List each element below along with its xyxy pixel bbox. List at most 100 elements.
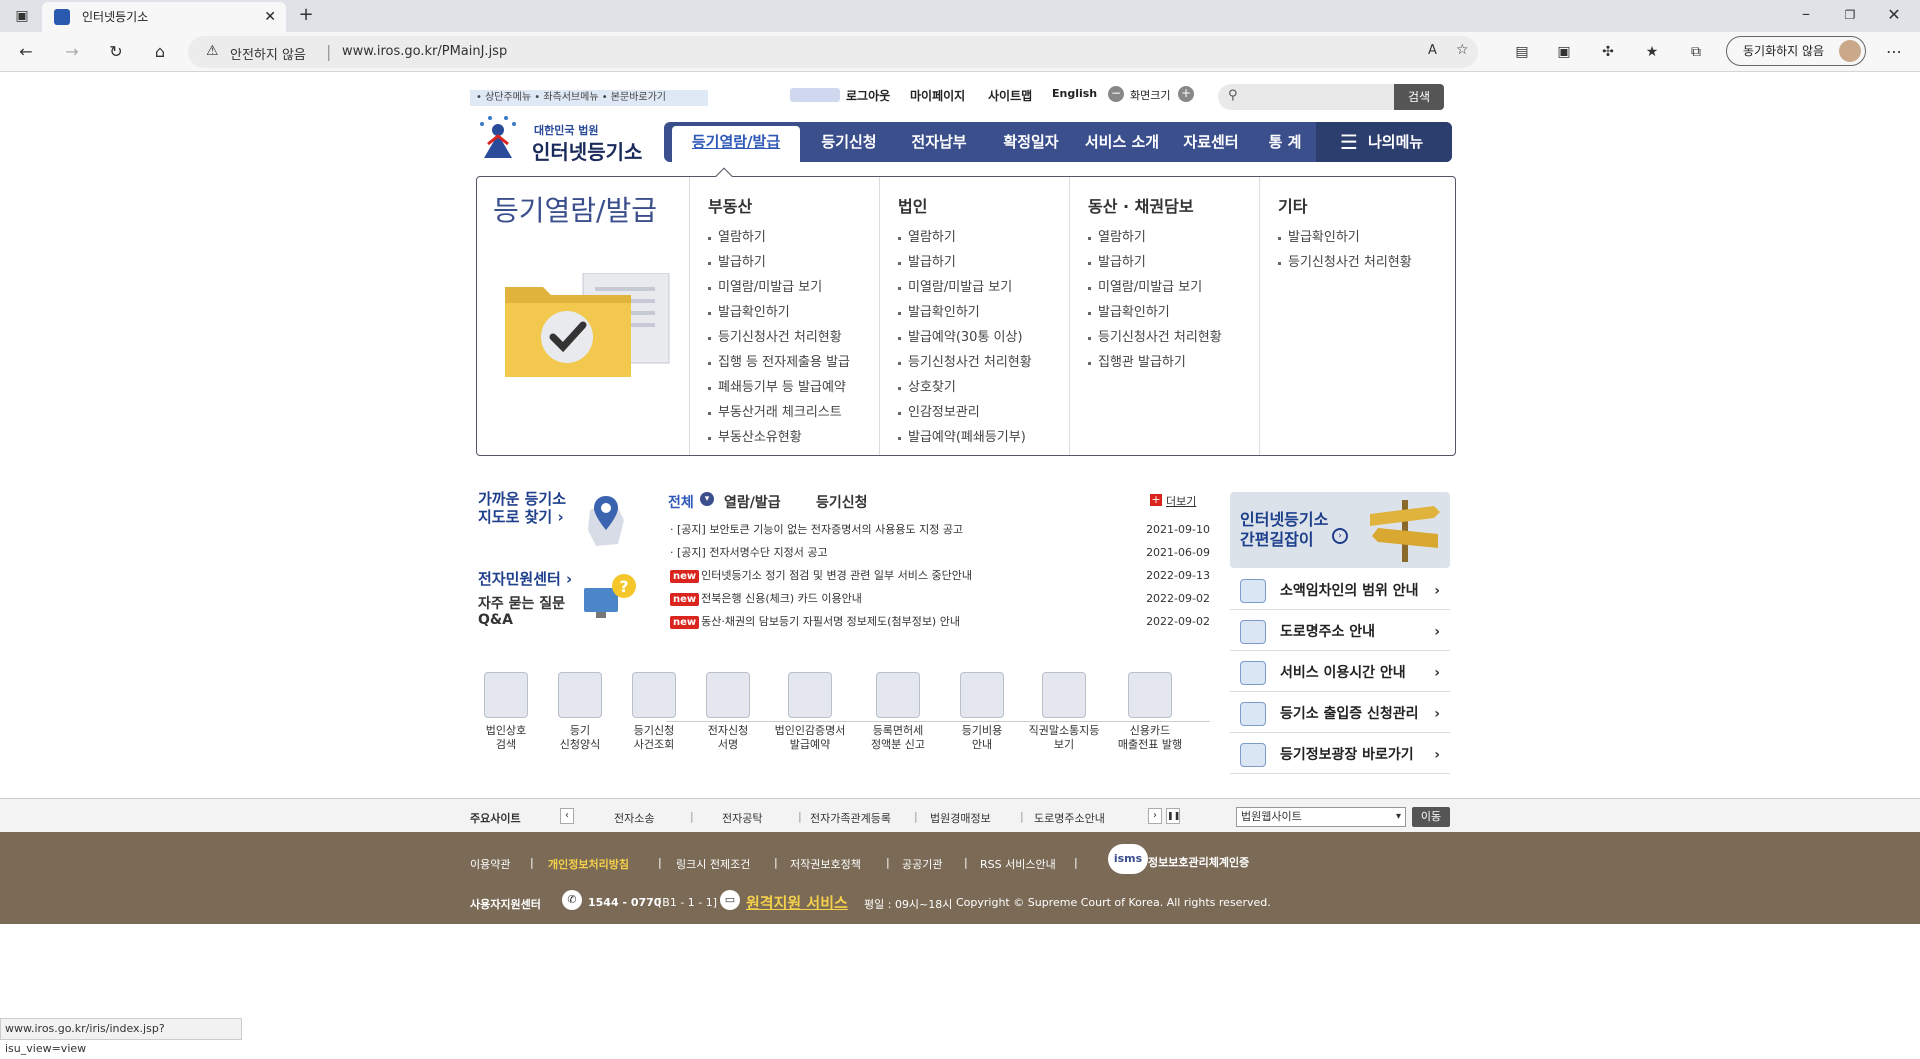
- refresh-icon[interactable]: ↻: [104, 42, 128, 62]
- sidebar-toggle-icon[interactable]: ▣: [10, 6, 34, 26]
- extension-icon[interactable]: ▤: [1510, 42, 1534, 62]
- go-button[interactable]: 이동: [1412, 807, 1450, 827]
- dropdown-item[interactable]: 발급하기: [1088, 250, 1259, 275]
- gnb-registry-view[interactable]: 등기열람/발급: [672, 126, 800, 162]
- dropdown-item[interactable]: 발급하기: [898, 250, 1069, 275]
- dropdown-item[interactable]: 발급확인하기: [1278, 225, 1449, 250]
- dropdown-item[interactable]: 열람하기: [708, 225, 879, 250]
- faq-link[interactable]: 자주 묻는 질문 Q&A: [478, 596, 565, 628]
- right-link[interactable]: 서비스 이용시간 안내 ›: [1230, 654, 1450, 692]
- quick-menu-item[interactable]: 법인인감증명서 발급예약: [770, 672, 850, 752]
- right-link[interactable]: 소액임차인의 범위 안내 ›: [1230, 572, 1450, 610]
- site-link[interactable]: 전자공탁: [722, 810, 762, 826]
- sitemap-link[interactable]: 사이트맵: [988, 87, 1032, 104]
- dropdown-item[interactable]: 등기신청사건 처리현황: [708, 325, 879, 350]
- quick-menu-item[interactable]: 법인상호 검색: [466, 672, 546, 752]
- footer-privacy-link[interactable]: 개인정보처리방침: [548, 856, 629, 872]
- dropdown-item[interactable]: 미열람/미발급 보기: [708, 275, 879, 300]
- tab-registry-apply[interactable]: 등기신청: [816, 492, 868, 512]
- more-link[interactable]: 더보기: [1166, 493, 1196, 509]
- quick-menu-item[interactable]: 등록면허세 정액분 신고: [858, 672, 938, 752]
- notice-row[interactable]: new 인터넷등기소 정기 점검 및 변경 관련 일부 서비스 중단안내 2022-…: [670, 566, 1210, 586]
- quick-guide-banner[interactable]: 인터넷등기소 간편길잡이 ›: [1230, 492, 1450, 568]
- tab-all[interactable]: 전체: [668, 492, 694, 512]
- close-tab-icon[interactable]: ✕: [264, 2, 276, 32]
- puzzle-icon[interactable]: ✣: [1596, 42, 1620, 62]
- quick-menu-item[interactable]: 등기비용 안내: [942, 672, 1022, 752]
- dropdown-item[interactable]: 부동산소유현황: [708, 425, 879, 450]
- prev-icon[interactable]: ‹: [560, 808, 574, 824]
- dropdown-item[interactable]: 발급확인하기: [1088, 300, 1259, 325]
- dropdown-item[interactable]: 발급확인하기: [898, 300, 1069, 325]
- dropdown-item[interactable]: 집행 등 전자제출용 발급: [708, 350, 879, 375]
- tab-view-issue[interactable]: 열람/발급: [724, 492, 781, 512]
- dropdown-item[interactable]: 등기신청사건 처리현황: [1278, 250, 1449, 275]
- dropdown-item[interactable]: 등기신청사건 처리현황: [898, 350, 1069, 375]
- dropdown-item[interactable]: 발급예약(30통 이상): [898, 325, 1069, 350]
- footer-rss-link[interactable]: RSS 서비스안내: [980, 856, 1056, 872]
- english-link[interactable]: English: [1052, 87, 1097, 100]
- read-aloud-icon[interactable]: A: [1428, 43, 1437, 58]
- dropdown-item[interactable]: 발급예약(폐쇄등기부): [898, 425, 1069, 450]
- quick-menu-item[interactable]: 직권말소통지등 보기: [1024, 672, 1104, 752]
- favorite-add-icon[interactable]: ☆: [1456, 42, 1469, 58]
- dropdown-item[interactable]: 미열람/미발급 보기: [1088, 275, 1259, 300]
- dropdown-item[interactable]: 등기신청사건 처리현황: [1088, 325, 1259, 350]
- notice-row[interactable]: · [공지] 전자서명수단 지정서 공고 2021-06-09: [670, 543, 1210, 563]
- quick-menu-item[interactable]: 등기신청 사건조회: [614, 672, 694, 752]
- right-link[interactable]: 등기정보광장 바로가기 ›: [1230, 736, 1450, 774]
- dropdown-item[interactable]: 열람하기: [898, 225, 1069, 250]
- site-link[interactable]: 도로명주소안내: [1034, 810, 1105, 826]
- logout-link[interactable]: 로그아웃: [846, 87, 890, 104]
- dropdown-item[interactable]: 집행관 발급하기: [1088, 350, 1259, 375]
- home-icon[interactable]: ⌂: [148, 42, 172, 62]
- quick-menu-item[interactable]: 신용카드 매출전표 발행: [1110, 672, 1190, 752]
- pause-icon[interactable]: ❚❚: [1166, 808, 1180, 824]
- right-link[interactable]: 도로명주소 안내 ›: [1230, 613, 1450, 651]
- window-close-icon[interactable]: ✕: [1882, 5, 1906, 25]
- notice-row[interactable]: new 동산·채권의 담보등기 자필서명 정보제도(첨부정보) 안내 2022-09…: [670, 612, 1210, 632]
- quick-menu-item[interactable]: 전자신청 서명: [688, 672, 768, 752]
- skip-links[interactable]: • 상단주메뉴 • 좌측서브메뉴 • 본문바로가기: [470, 90, 708, 106]
- gnb-data-center[interactable]: 자료센터: [1168, 122, 1254, 162]
- favorites-icon[interactable]: ★: [1640, 42, 1664, 62]
- quick-menu-item[interactable]: 등기 신청양식: [540, 672, 620, 752]
- chevron-down-icon[interactable]: ▾: [700, 492, 714, 506]
- dropdown-item[interactable]: 발급확인하기: [708, 300, 879, 325]
- footer-link-policy[interactable]: 링크시 전제조건: [676, 856, 750, 872]
- back-icon[interactable]: ←: [14, 42, 38, 62]
- minimize-icon[interactable]: –: [1794, 4, 1818, 24]
- dropdown-item[interactable]: 미열람/미발급 보기: [898, 275, 1069, 300]
- profile-sync-button[interactable]: 동기화하지 않음: [1726, 36, 1866, 66]
- dropdown-item[interactable]: 상호찾기: [898, 375, 1069, 400]
- site-logo[interactable]: 대한민국 법원 인터넷등기소: [474, 114, 644, 170]
- site-select[interactable]: 법원웹사이트 ▾: [1236, 807, 1406, 827]
- gnb-fixed-date[interactable]: 확정일자: [986, 122, 1076, 162]
- restore-icon[interactable]: ❐: [1838, 5, 1862, 25]
- s-extension-icon[interactable]: ▣: [1552, 42, 1576, 62]
- forward-icon[interactable]: →: [60, 42, 84, 62]
- footer-public-link[interactable]: 공공기관: [902, 856, 942, 872]
- gnb-service-intro[interactable]: 서비스 소개: [1076, 122, 1168, 162]
- footer-terms-link[interactable]: 이용약관: [470, 856, 510, 872]
- gnb-registry-apply[interactable]: 등기신청: [804, 122, 894, 162]
- dropdown-item[interactable]: 열람하기: [1088, 225, 1259, 250]
- right-link[interactable]: 등기소 출입증 신청관리 ›: [1230, 695, 1450, 733]
- mypage-link[interactable]: 마이페이지: [910, 87, 965, 104]
- footer-copyright-policy[interactable]: 저작권보호정책: [790, 856, 861, 872]
- notice-row[interactable]: new 전북은행 신용(체크) 카드 이용안내 2022-09-02: [670, 589, 1210, 609]
- search-input[interactable]: ⚲: [1218, 84, 1394, 110]
- site-link[interactable]: 법원경매정보: [930, 810, 991, 826]
- dropdown-item[interactable]: 폐쇄등기부 등 발급예약: [708, 375, 879, 400]
- url-field[interactable]: ⚠ 안전하지 않음 | www.iros.go.kr/PMainJ.jsp A …: [188, 36, 1478, 68]
- dropdown-item[interactable]: 부동산거래 체크리스트: [708, 400, 879, 425]
- site-link[interactable]: 전자가족관계등록: [810, 810, 891, 826]
- search-button[interactable]: 검색: [1394, 84, 1444, 110]
- more-menu-icon[interactable]: ⋯: [1882, 42, 1906, 62]
- site-link[interactable]: 전자소송: [614, 810, 654, 826]
- map-finder-link[interactable]: 가까운 등기소 지도로 찾기 ›: [478, 490, 566, 526]
- notice-row[interactable]: · [공지] 보안토큰 기능이 없는 전자증명서의 사용용도 지정 공고 2021…: [670, 520, 1210, 540]
- dropdown-item[interactable]: 인감정보관리: [898, 400, 1069, 425]
- gnb-e-payment[interactable]: 전자납부: [896, 122, 982, 162]
- new-tab-icon[interactable]: +: [294, 5, 318, 25]
